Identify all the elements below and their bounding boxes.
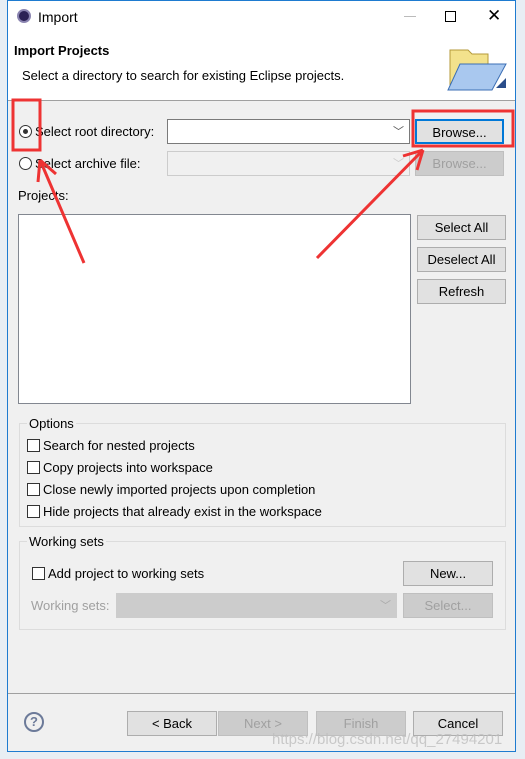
deselect-all-button[interactable]: Deselect All: [417, 247, 506, 272]
folder-icon: [447, 49, 507, 91]
close-imported-label: Close newly imported projects upon compl…: [43, 482, 316, 497]
title-bar: Import ✕: [8, 1, 515, 32]
page-description: Select a directory to search for existin…: [22, 68, 345, 83]
root-directory-combo[interactable]: ﹀: [167, 119, 410, 144]
archive-file-label: Select archive file:: [35, 156, 141, 171]
add-working-sets-checkbox[interactable]: [32, 567, 45, 580]
nested-projects-label: Search for nested projects: [43, 438, 195, 453]
archive-file-combo[interactable]: ﹀: [167, 151, 410, 176]
window-title: Import: [38, 9, 78, 25]
maximize-button[interactable]: [445, 11, 456, 22]
page-title: Import Projects: [14, 43, 110, 58]
add-working-sets-label: Add project to working sets: [48, 566, 205, 581]
watermark: https://blog.csdn.net/qq_27494201: [272, 731, 503, 748]
eclipse-icon: [17, 9, 31, 23]
root-directory-label: Select root directory:: [35, 124, 155, 139]
wizard-header: Import Projects Select a directory to se…: [8, 32, 515, 101]
back-button[interactable]: < Back: [127, 711, 217, 736]
browse-button[interactable]: Browse...: [415, 119, 504, 144]
chevron-down-icon: ﹀: [380, 600, 391, 612]
refresh-button[interactable]: Refresh: [417, 279, 506, 304]
copy-projects-label: Copy projects into workspace: [43, 460, 213, 475]
root-directory-radio[interactable]: [19, 125, 32, 138]
close-imported-checkbox[interactable]: [27, 483, 40, 496]
help-icon[interactable]: ?: [24, 712, 44, 732]
projects-label: Projects:: [18, 188, 69, 203]
archive-file-radio[interactable]: [19, 157, 32, 170]
select-working-sets-button[interactable]: Select...: [403, 593, 493, 618]
working-sets-label: Working sets:: [31, 598, 110, 613]
import-dialog: Import ✕ Import Projects Select a direct…: [7, 0, 516, 752]
new-working-set-button[interactable]: New...: [403, 561, 493, 586]
projects-list[interactable]: [18, 214, 411, 404]
minimize-button[interactable]: [404, 16, 416, 17]
copy-projects-checkbox[interactable]: [27, 461, 40, 474]
select-all-button[interactable]: Select All: [417, 215, 506, 240]
hide-existing-checkbox[interactable]: [27, 505, 40, 518]
hide-existing-label: Hide projects that already exist in the …: [43, 504, 322, 519]
working-sets-title: Working sets: [27, 534, 106, 549]
working-sets-combo[interactable]: ﹀: [116, 593, 397, 618]
close-button[interactable]: ✕: [487, 6, 501, 26]
options-title: Options: [27, 416, 76, 431]
browse-archive-button[interactable]: Browse...: [415, 151, 504, 176]
chevron-down-icon: ﹀: [393, 126, 404, 138]
nested-projects-checkbox[interactable]: [27, 439, 40, 452]
footer-divider: [8, 693, 515, 694]
chevron-down-icon: ﹀: [393, 158, 404, 170]
